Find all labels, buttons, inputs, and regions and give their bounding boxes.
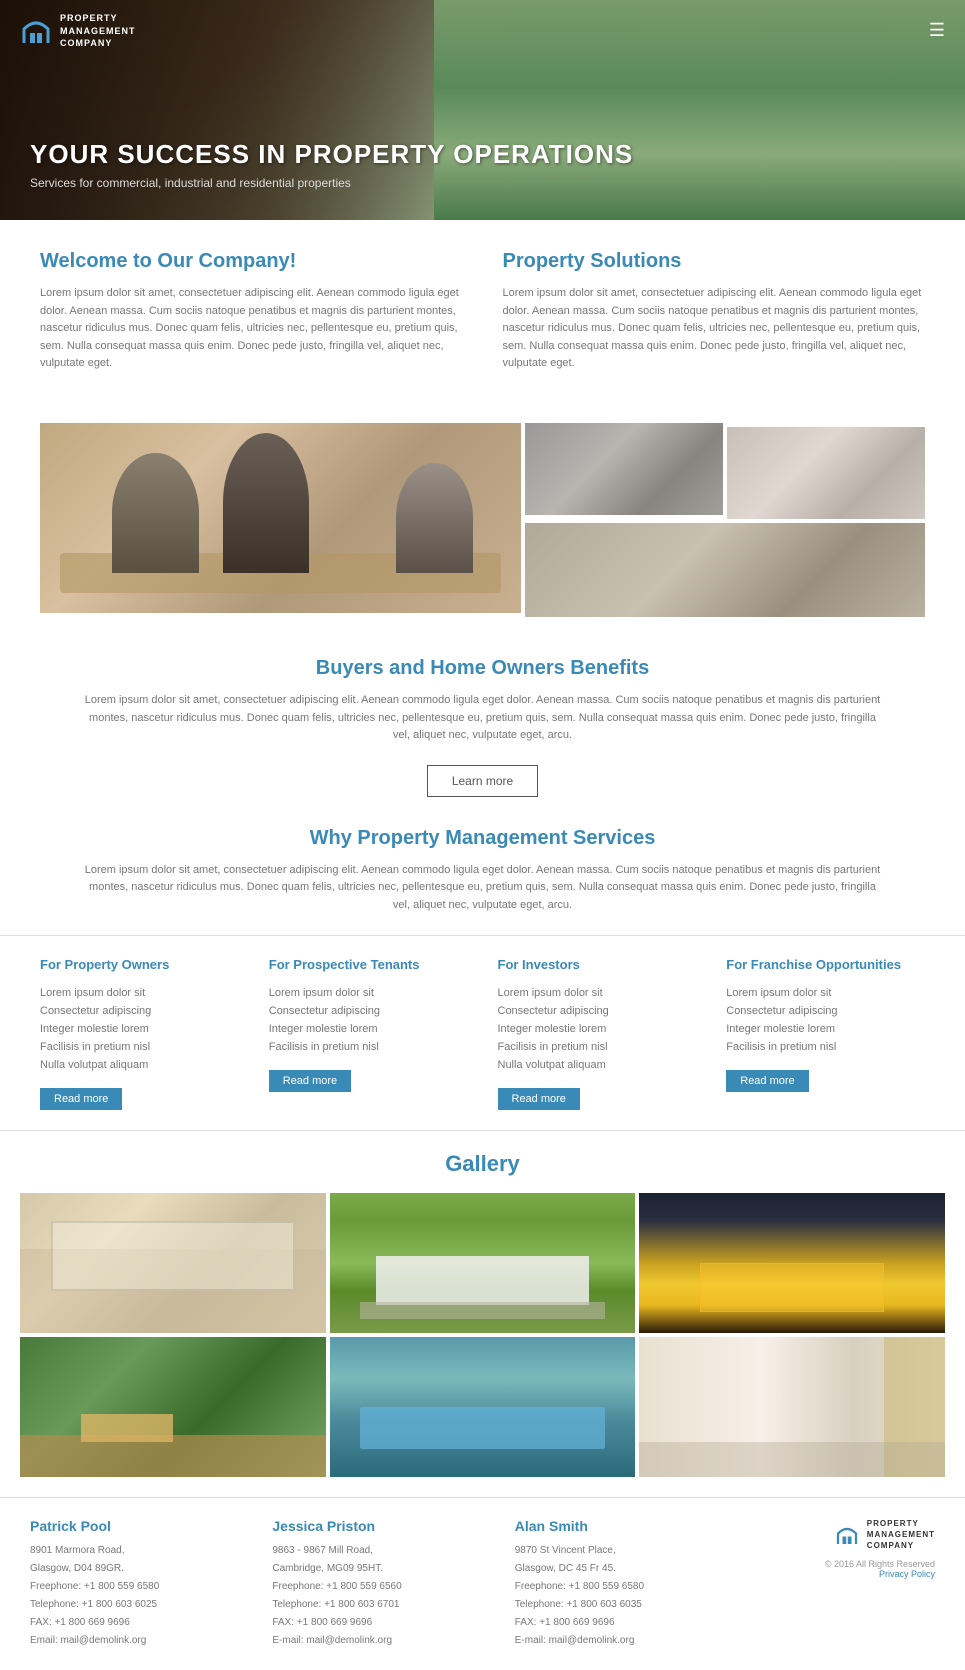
list-item: Facilisis in pretium nisl	[726, 1038, 925, 1056]
hero-content: YOUR SUCCESS IN PROPERTY OPERATIONS Serv…	[0, 139, 633, 220]
footer-contact-0: Patrick Pool 8901 Marmora Road, Glasgow,…	[30, 1518, 252, 1650]
logo-text: PROPERTY MANAGEMENT COMPANY	[60, 12, 136, 50]
gallery-item-4[interactable]	[20, 1337, 326, 1477]
list-item: Facilisis in pretium nisl	[269, 1038, 468, 1056]
list-item: Lorem ipsum dolor sit	[269, 984, 468, 1002]
gallery-section: Gallery	[0, 1131, 965, 1497]
welcome-section: Welcome to Our Company! Lorem ipsum dolo…	[0, 220, 965, 403]
footer-privacy-link[interactable]: Privacy Policy	[879, 1569, 935, 1579]
service-col-0: For Property Owners Lorem ipsum dolor si…	[30, 956, 249, 1110]
footer-name-1: Jessica Priston	[272, 1518, 494, 1534]
services-section: For Property Owners Lorem ipsum dolor si…	[0, 935, 965, 1131]
why-title: Why Property Management Services	[80, 827, 885, 850]
service-title-0: For Property Owners	[40, 956, 239, 974]
footer-info-2: 9870 St Vincent Place, Glasgow, DC 45 Fr…	[515, 1542, 737, 1650]
hero-subtitle: Services for commercial, industrial and …	[30, 176, 633, 190]
service-col-2: For Investors Lorem ipsum dolor sit Cons…	[488, 956, 707, 1110]
small-photos	[525, 423, 925, 617]
footer-info-0: 8901 Marmora Road, Glasgow, D04 89GR. Fr…	[30, 1542, 252, 1650]
list-item: Facilisis in pretium nisl	[498, 1038, 697, 1056]
footer-contact-1: Jessica Priston 9863 - 9867 Mill Road, C…	[272, 1518, 494, 1650]
read-more-button-1[interactable]: Read more	[269, 1070, 351, 1092]
service-title-2: For Investors	[498, 956, 697, 974]
buyers-section: Buyers and Home Owners Benefits Lorem ip…	[0, 637, 965, 807]
list-item: Lorem ipsum dolor sit	[726, 984, 925, 1002]
property-solutions-title: Property Solutions	[503, 250, 926, 273]
gallery-title: Gallery	[0, 1151, 965, 1177]
service-col-3: For Franchise Opportunities Lorem ipsum …	[716, 956, 935, 1110]
learn-more-button[interactable]: Learn more	[427, 765, 538, 797]
list-item: Integer molestie lorem	[726, 1020, 925, 1038]
list-item: Lorem ipsum dolor sit	[40, 984, 239, 1002]
hamburger-menu[interactable]: ☰	[929, 20, 945, 41]
read-more-button-0[interactable]: Read more	[40, 1088, 122, 1110]
gallery-item-5[interactable]	[330, 1337, 636, 1477]
footer-contact-2: Alan Smith 9870 St Vincent Place, Glasgo…	[515, 1518, 737, 1650]
list-item: Nulla volutpat aliquam	[40, 1056, 239, 1074]
read-more-button-3[interactable]: Read more	[726, 1070, 808, 1092]
gallery-item-2[interactable]	[330, 1193, 636, 1333]
services-columns: For Property Owners Lorem ipsum dolor si…	[30, 956, 935, 1110]
footer-name-2: Alan Smith	[515, 1518, 737, 1534]
list-item: Consectetur adipiscing	[269, 1002, 468, 1020]
why-section: Why Property Management Services Lorem i…	[0, 807, 965, 935]
large-photo	[40, 423, 521, 613]
logo[interactable]: PROPERTY MANAGEMENT COMPANY	[20, 12, 136, 50]
service-list-3: Lorem ipsum dolor sit Consectetur adipis…	[726, 984, 925, 1056]
navigation: PROPERTY MANAGEMENT COMPANY ☰	[0, 0, 965, 62]
list-item: Consectetur adipiscing	[498, 1002, 697, 1020]
welcome-title: Welcome to Our Company!	[40, 250, 463, 273]
list-item: Nulla volutpat aliquam	[498, 1056, 697, 1074]
list-item: Integer molestie lorem	[40, 1020, 239, 1038]
list-item: Consectetur adipiscing	[40, 1002, 239, 1020]
gallery-item-3[interactable]	[639, 1193, 945, 1333]
property-solutions-text: Lorem ipsum dolor sit amet, consectetuer…	[503, 285, 926, 373]
service-col-1: For Prospective Tenants Lorem ipsum dolo…	[259, 956, 478, 1110]
footer-name-0: Patrick Pool	[30, 1518, 252, 1534]
service-title-3: For Franchise Opportunities	[726, 956, 925, 974]
buyers-title: Buyers and Home Owners Benefits	[80, 657, 885, 680]
footer-info-1: 9863 - 9867 Mill Road, Cambridge, MG09 9…	[272, 1542, 494, 1650]
list-item: Integer molestie lorem	[269, 1020, 468, 1038]
footer-logo-text: PROPERTY MANAGEMENT COMPANY	[867, 1518, 935, 1552]
service-list-2: Lorem ipsum dolor sit Consectetur adipis…	[498, 984, 697, 1074]
service-list-0: Lorem ipsum dolor sit Consectetur adipis…	[40, 984, 239, 1074]
gallery-grid	[0, 1193, 965, 1477]
list-item: Lorem ipsum dolor sit	[498, 984, 697, 1002]
property-solutions-col: Property Solutions Lorem ipsum dolor sit…	[503, 250, 926, 373]
list-item: Integer molestie lorem	[498, 1020, 697, 1038]
service-title-1: For Prospective Tenants	[269, 956, 468, 974]
why-text: Lorem ipsum dolor sit amet, consectetuer…	[80, 862, 885, 915]
gallery-item-6[interactable]	[639, 1337, 945, 1477]
footer-logo-icon	[835, 1523, 859, 1547]
buyers-text: Lorem ipsum dolor sit amet, consectetuer…	[80, 692, 885, 745]
footer: Patrick Pool 8901 Marmora Road, Glasgow,…	[0, 1497, 965, 1670]
footer-logo: PROPERTY MANAGEMENT COMPANY	[835, 1518, 935, 1552]
footer-columns: Patrick Pool 8901 Marmora Road, Glasgow,…	[30, 1518, 935, 1650]
gallery-item-1[interactable]	[20, 1193, 326, 1333]
welcome-text: Lorem ipsum dolor sit amet, consectetuer…	[40, 285, 463, 373]
image-grid	[40, 423, 925, 617]
list-item: Facilisis in pretium nisl	[40, 1038, 239, 1056]
list-item: Consectetur adipiscing	[726, 1002, 925, 1020]
service-list-1: Lorem ipsum dolor sit Consectetur adipis…	[269, 984, 468, 1056]
logo-icon	[20, 15, 52, 47]
footer-logo-col: PROPERTY MANAGEMENT COMPANY © 2016 All R…	[757, 1518, 935, 1580]
welcome-columns: Welcome to Our Company! Lorem ipsum dolo…	[40, 250, 925, 373]
welcome-col: Welcome to Our Company! Lorem ipsum dolo…	[40, 250, 463, 373]
hero-title: YOUR SUCCESS IN PROPERTY OPERATIONS	[30, 139, 633, 170]
read-more-button-2[interactable]: Read more	[498, 1088, 580, 1110]
header: PROPERTY MANAGEMENT COMPANY ☰ YOUR SUCCE…	[0, 0, 965, 220]
footer-copyright: © 2016 All Rights Reserved	[825, 1559, 935, 1569]
